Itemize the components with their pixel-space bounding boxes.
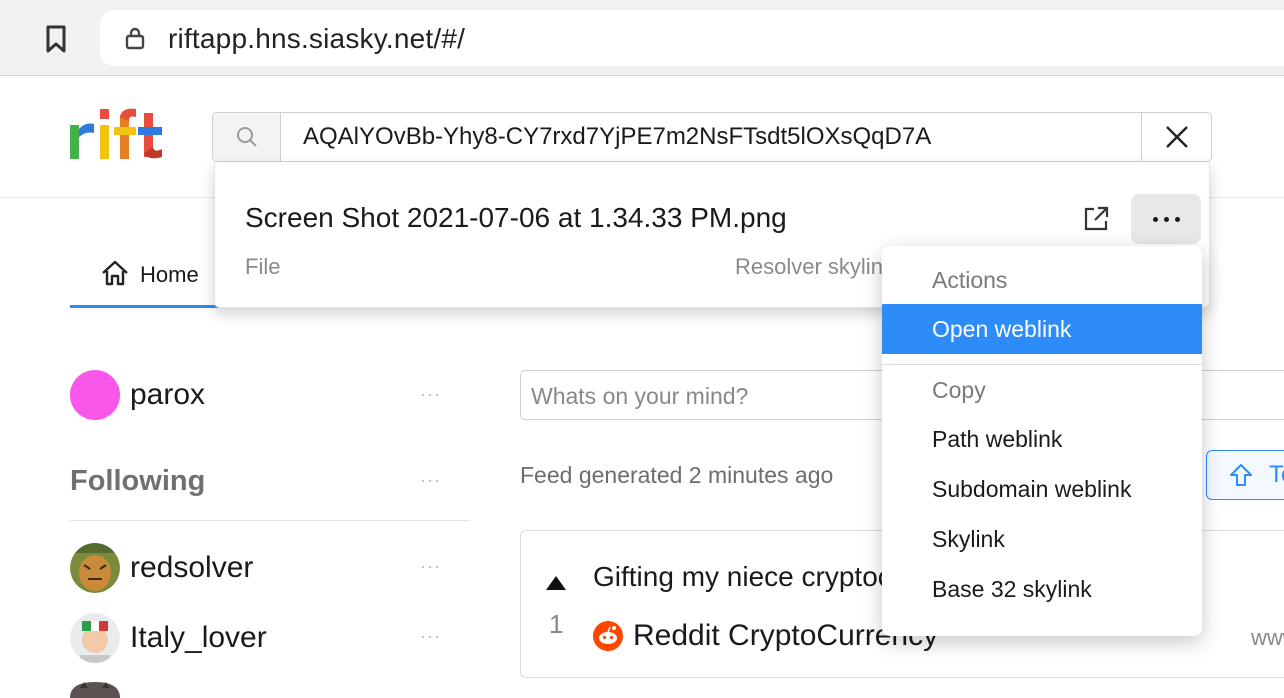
rift-logo[interactable]: [68, 103, 168, 163]
more-dot: [1163, 216, 1169, 222]
more-dot: [1174, 216, 1180, 222]
reddit-icon: [593, 621, 623, 651]
menu-header-actions: Actions: [932, 267, 1008, 293]
menu-item-base32-skylink[interactable]: Base 32 skylink: [882, 564, 1202, 614]
close-icon: [1165, 126, 1188, 148]
avatar[interactable]: [70, 370, 120, 420]
home-icon: [102, 260, 128, 286]
skylink-search[interactable]: AQAlYOvBb-Yhy8-CY7rxd7YjPE7m2NsFTsdt5lOX…: [212, 112, 1212, 162]
upload-button-label: To: [1269, 461, 1284, 488]
menu-header-copy: Copy: [932, 377, 986, 403]
search-icon-cell[interactable]: [213, 113, 281, 161]
browser-toolbar: riftapp.hns.siasky.net/#/: [0, 0, 1284, 76]
user-more-icon[interactable]: ···: [420, 556, 441, 577]
menu-item-open-weblink[interactable]: Open weblink: [882, 304, 1202, 354]
profile[interactable]: parox: [70, 370, 205, 420]
user-more-icon[interactable]: ···: [420, 626, 441, 647]
menu-divider: [882, 364, 1202, 365]
tab-home-label: Home: [140, 262, 199, 287]
clear-search-button[interactable]: [1141, 113, 1211, 161]
following-heading: Following: [70, 465, 206, 497]
tab-home[interactable]: Home: [70, 246, 220, 308]
menu-item-path-weblink[interactable]: Path weblink: [882, 414, 1202, 464]
more-dot: [1152, 216, 1158, 222]
user-name[interactable]: redsolver: [130, 551, 253, 585]
address-bar[interactable]: riftapp.hns.siasky.net/#/: [100, 10, 1284, 66]
following-more-icon[interactable]: ···: [420, 470, 441, 491]
post-link[interactable]: www: [1251, 625, 1284, 651]
vote-count: 1: [549, 609, 564, 639]
more-options-button[interactable]: [1131, 194, 1201, 244]
profile-name[interactable]: parox: [130, 378, 205, 412]
actions-menu: Actions Open weblink Copy Path weblink S…: [882, 246, 1202, 636]
url-text: riftapp.hns.siasky.net/#/: [168, 23, 466, 54]
avatar[interactable]: [70, 613, 120, 663]
avatar[interactable]: [70, 682, 120, 698]
profile-more-icon[interactable]: ···: [420, 384, 441, 405]
search-input[interactable]: AQAlYOvBb-Yhy8-CY7rxd7YjPE7m2NsFTsdt5lOX…: [281, 113, 1141, 161]
upvote-icon[interactable]: [545, 575, 567, 591]
following-user[interactable]: Italy_lover: [70, 613, 267, 663]
upload-button[interactable]: To: [1206, 450, 1284, 500]
result-type: File: [245, 254, 281, 279]
external-link-icon[interactable]: [1081, 204, 1111, 234]
menu-item-subdomain-weblink[interactable]: Subdomain weblink: [882, 464, 1202, 514]
menu-item-skylink[interactable]: Skylink: [882, 514, 1202, 564]
result-filename: Screen Shot 2021-07-06 at 1.34.33 PM.png: [245, 202, 787, 233]
feed-status: Feed generated 2 minutes ago: [520, 462, 834, 488]
bookmark-icon[interactable]: [42, 24, 70, 54]
user-name[interactable]: Italy_lover: [130, 621, 267, 655]
result-resolver: Resolver skylink: [735, 254, 885, 279]
upload-arrow-icon: [1230, 464, 1252, 486]
lock-icon: [125, 27, 145, 50]
search-icon: [236, 127, 257, 147]
divider: [70, 520, 470, 521]
avatar[interactable]: [70, 543, 120, 593]
following-user[interactable]: redsolver: [70, 543, 253, 593]
